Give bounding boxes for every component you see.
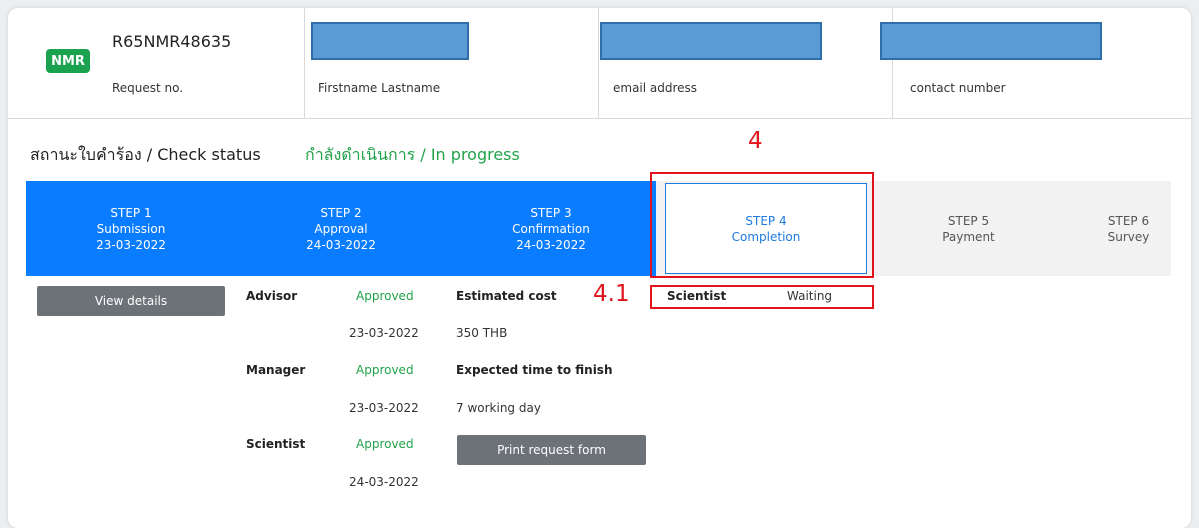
request-card: NMR R65NMR48635 Request no. Firstname La… [8, 8, 1191, 528]
nmr-badge: NMR [46, 49, 90, 73]
print-request-form-button[interactable]: Print request form [457, 435, 646, 465]
annotation-box-step-4 [650, 172, 874, 278]
approval-status: Approved [356, 437, 414, 451]
step-date: 24-03-2022 [306, 237, 376, 252]
approval-date: 23-03-2022 [349, 326, 419, 340]
redacted-contact [880, 22, 1102, 60]
request-number: R65NMR48635 [112, 32, 232, 51]
step-title: STEP 2 [320, 205, 362, 220]
approver-role: Scientist [246, 437, 306, 451]
redacted-name [311, 22, 469, 60]
step-6[interactable]: STEP 6 Survey [1086, 181, 1171, 276]
step-title: STEP 3 [530, 205, 572, 220]
expected-time-value: 7 working day [456, 401, 541, 415]
expected-time-label: Expected time to finish [456, 363, 613, 377]
step-1[interactable]: STEP 1 Submission 23-03-2022 [26, 181, 236, 276]
view-details-button[interactable]: View details [37, 286, 225, 316]
contact-label: contact number [910, 81, 1006, 95]
email-label: email address [613, 81, 698, 95]
approver-role: Advisor [246, 289, 298, 303]
step-date: 24-03-2022 [516, 237, 586, 252]
header-divider [304, 8, 305, 118]
step-title: STEP 6 [1107, 213, 1150, 228]
step-name: Survey [1107, 229, 1150, 244]
header-separator [8, 118, 1191, 119]
status-label: สถานะใบคำร้อง / Check status [30, 145, 261, 164]
step-title: STEP 1 [110, 205, 152, 220]
approver-role: Manager [246, 363, 306, 377]
request-number-label: Request no. [112, 81, 184, 95]
step-5[interactable]: STEP 5 Payment [886, 181, 1051, 276]
estimated-cost-label: Estimated cost [456, 289, 557, 303]
estimated-cost-value: 350 THB [456, 326, 508, 340]
name-label: Firstname Lastname [318, 81, 441, 95]
approval-status: Approved [356, 289, 414, 303]
step-progress-bar: STEP 1 Submission 23-03-2022 STEP 2 Appr… [26, 181, 1171, 276]
completion-role: Scientist [667, 289, 727, 303]
annotation-marker-4-1: 4.1 [593, 281, 630, 307]
annotation-marker-4: 4 [748, 128, 763, 154]
completion-status: Waiting [787, 289, 833, 303]
step-name: Confirmation [512, 221, 590, 236]
approval-status: Approved [356, 363, 414, 377]
approval-date: 24-03-2022 [349, 475, 419, 489]
step-name: Payment [942, 229, 995, 244]
step-date: 23-03-2022 [96, 237, 166, 252]
step-name: Approval [314, 221, 368, 236]
step-name: Submission [96, 221, 166, 236]
step-3[interactable]: STEP 3 Confirmation 24-03-2022 [446, 181, 656, 276]
header-divider [598, 8, 599, 118]
status-value: กำลังดำเนินการ / In progress [305, 145, 520, 164]
redacted-email [600, 22, 822, 60]
approval-date: 23-03-2022 [349, 401, 419, 415]
step-2[interactable]: STEP 2 Approval 24-03-2022 [236, 181, 446, 276]
step-title: STEP 5 [947, 213, 990, 228]
